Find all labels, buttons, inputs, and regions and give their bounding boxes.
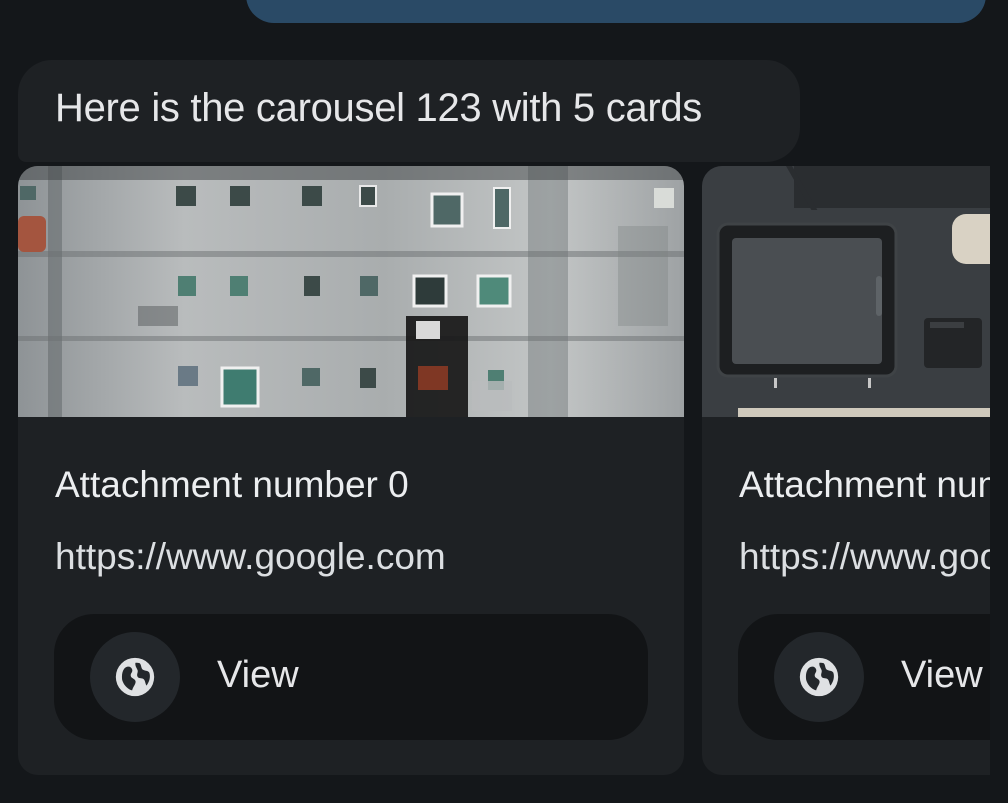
carousel-card[interactable]: Attachment number 1 https://www.google.c… [702,166,990,775]
view-button[interactable]: View [54,614,648,740]
card-url[interactable]: https://www.google.com [55,536,446,578]
card-title: Attachment number 1 [739,464,990,505]
carousel-card[interactable]: Attachment number 0 https://www.google.c… [18,166,684,775]
globe-icon [90,632,180,722]
card-url[interactable]: https://www.google.com [739,536,990,578]
previous-message-bubble [246,0,986,23]
globe-icon [774,632,864,722]
view-button[interactable]: View [738,614,990,740]
card-image-desk [702,166,990,417]
card-image-building [18,166,684,417]
card-title: Attachment number 0 [55,464,409,505]
message-text: Here is the carousel 123 with 5 cards [55,86,703,130]
attachment-carousel[interactable]: Attachment number 0 https://www.google.c… [0,166,990,776]
message-bubble: Here is the carousel 123 with 5 cards [18,60,800,162]
view-button-label: View [217,654,299,696]
view-button-label: View [901,654,983,696]
